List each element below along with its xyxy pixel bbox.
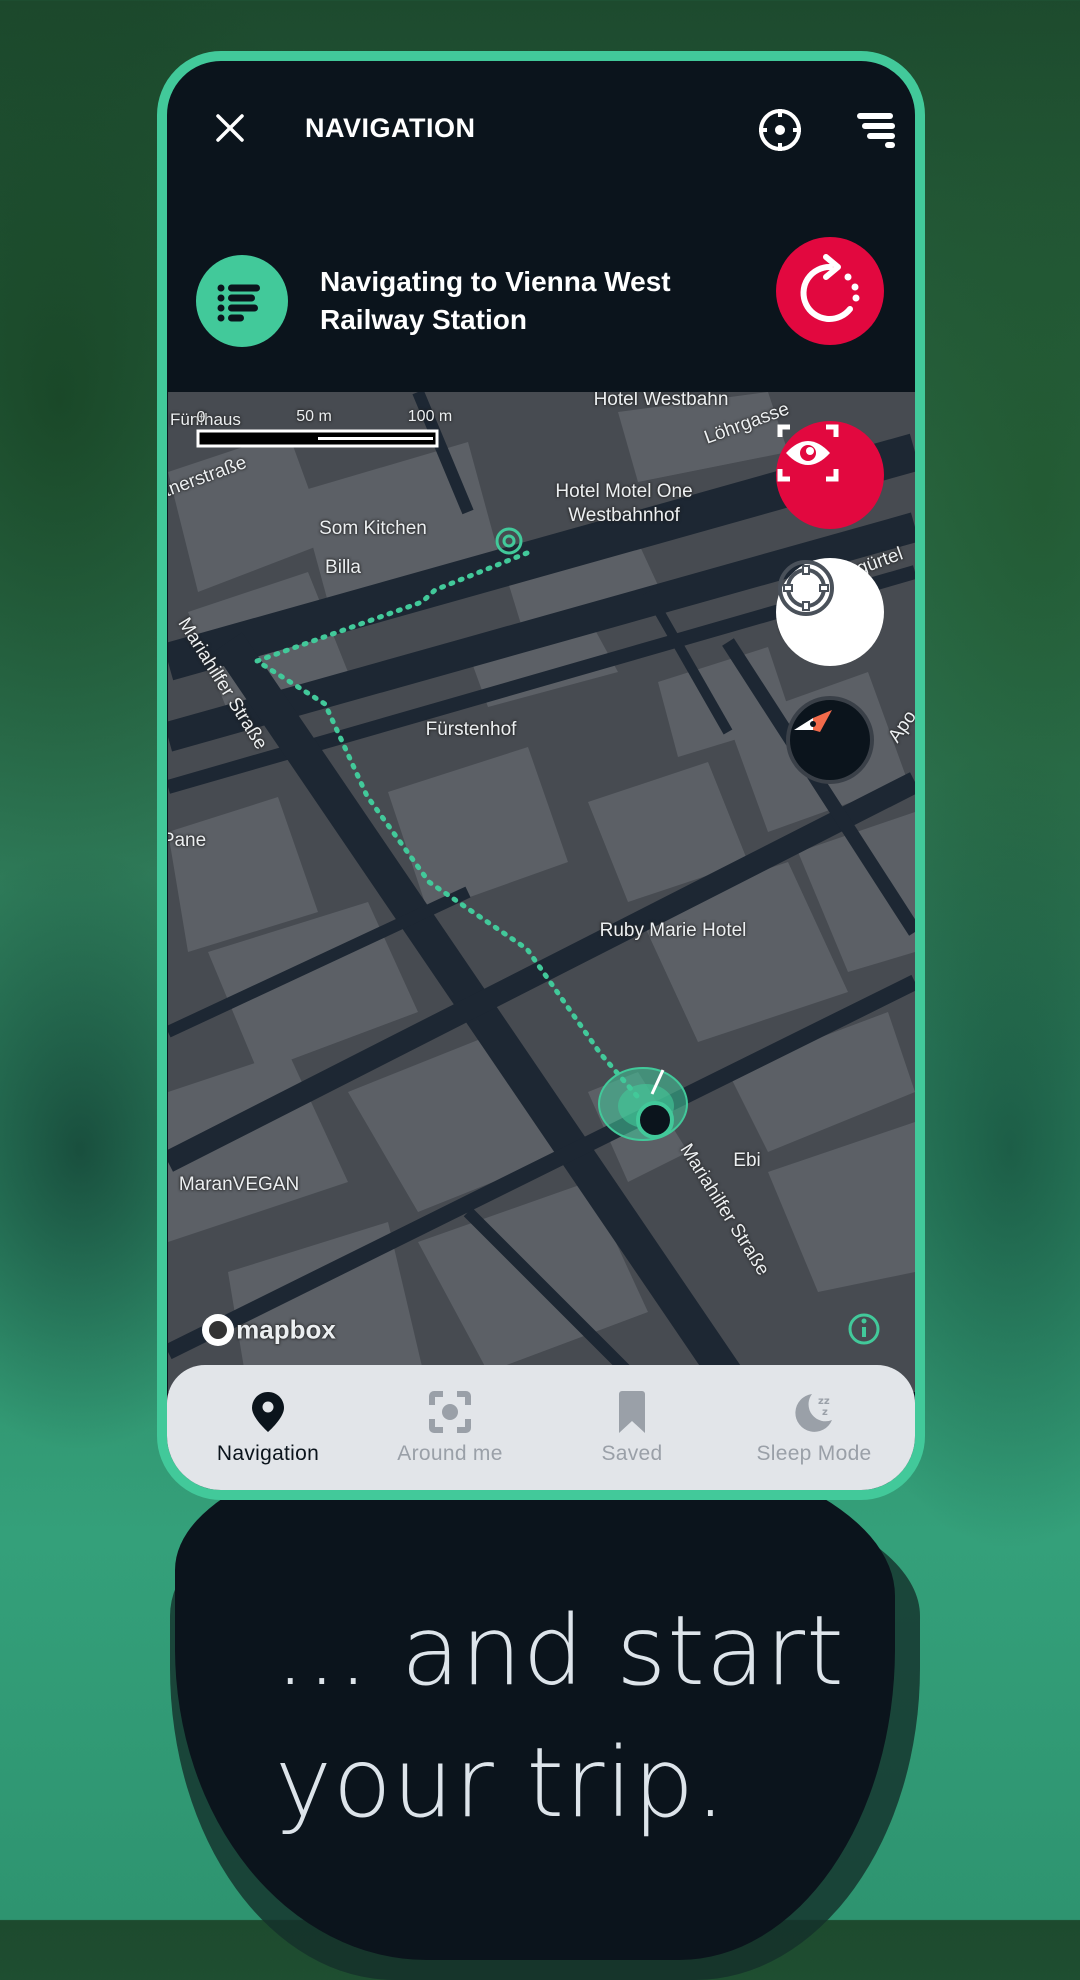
- tab-around-me[interactable]: Around me: [360, 1390, 540, 1466]
- eye-scan-button[interactable]: [776, 421, 884, 529]
- tab-sleep-mode[interactable]: zz z Sleep Mode: [724, 1390, 904, 1466]
- info-icon[interactable]: [848, 1313, 880, 1345]
- map-label: Fürstenhof: [425, 719, 517, 740]
- map-label: MaranVEGAN: [178, 1174, 300, 1195]
- list-icon: [217, 284, 260, 322]
- tab-label: Navigation: [216, 1441, 320, 1465]
- tab-saved[interactable]: Saved: [542, 1390, 722, 1466]
- recenter-button[interactable]: [776, 558, 884, 666]
- moon-icon: zzz: [795, 1393, 832, 1432]
- tab-label: Around me: [397, 1441, 503, 1465]
- map-label: Som Kitchen: [319, 518, 427, 539]
- eye-scan-icon: [777, 424, 839, 482]
- mapbox-logo: [202, 1314, 234, 1346]
- mapbox-attribution: mapbox: [236, 1314, 336, 1345]
- focus-icon: [429, 1390, 471, 1433]
- phone-frame: NAVIGATION Navigating to Vienna West Rai…: [157, 51, 925, 1500]
- map-label: Billa: [325, 557, 361, 578]
- bookmark-icon: [619, 1390, 645, 1433]
- close-icon[interactable]: [213, 111, 247, 145]
- menu-icon[interactable]: [857, 111, 897, 149]
- scale-max: 100 m: [407, 408, 453, 425]
- crosshair-icon[interactable]: [757, 107, 803, 153]
- tagline: ... and start your trip.: [275, 1595, 845, 1839]
- map-view[interactable]: Fünfhaus 0 50 m 100 m Hotel Westbahn Löh…: [168, 392, 915, 1392]
- map-pin-icon: [252, 1391, 284, 1432]
- svg-text:z: z: [822, 1407, 828, 1418]
- scale-zero: 0: [196, 409, 206, 426]
- page-title: NAVIGATION: [305, 113, 476, 143]
- map-label: Hotel Westbahn: [593, 392, 729, 410]
- bottom-navigation: Navigation Around me Saved zz z Sleep Mod…: [167, 1365, 915, 1490]
- recenter-icon: [778, 560, 834, 616]
- scale-mid: 50 m: [296, 408, 332, 425]
- map-label: Pane: [168, 830, 207, 851]
- map-canvas[interactable]: [168, 392, 915, 1392]
- map-label: Westbahnhof: [568, 505, 680, 526]
- compass-button[interactable]: [786, 696, 874, 784]
- scale-bar: [196, 429, 439, 448]
- reroute-button[interactable]: [776, 237, 884, 345]
- map-label: Ruby Marie Hotel: [599, 920, 747, 941]
- directions-list-button[interactable]: [196, 255, 288, 347]
- compass-icon: [794, 710, 832, 732]
- tab-label: Sleep Mode: [756, 1441, 872, 1465]
- navigation-destination: Navigating to Vienna West Railway Statio…: [320, 266, 671, 335]
- reroute-icon: [800, 254, 860, 322]
- map-label: Ebi: [733, 1150, 761, 1171]
- map-label: Hotel Motel One: [555, 481, 693, 502]
- user-location-marker: [598, 1067, 688, 1141]
- tab-navigation[interactable]: Navigation: [178, 1390, 358, 1466]
- svg-text:zz: zz: [818, 1396, 830, 1407]
- tab-label: Saved: [601, 1441, 663, 1465]
